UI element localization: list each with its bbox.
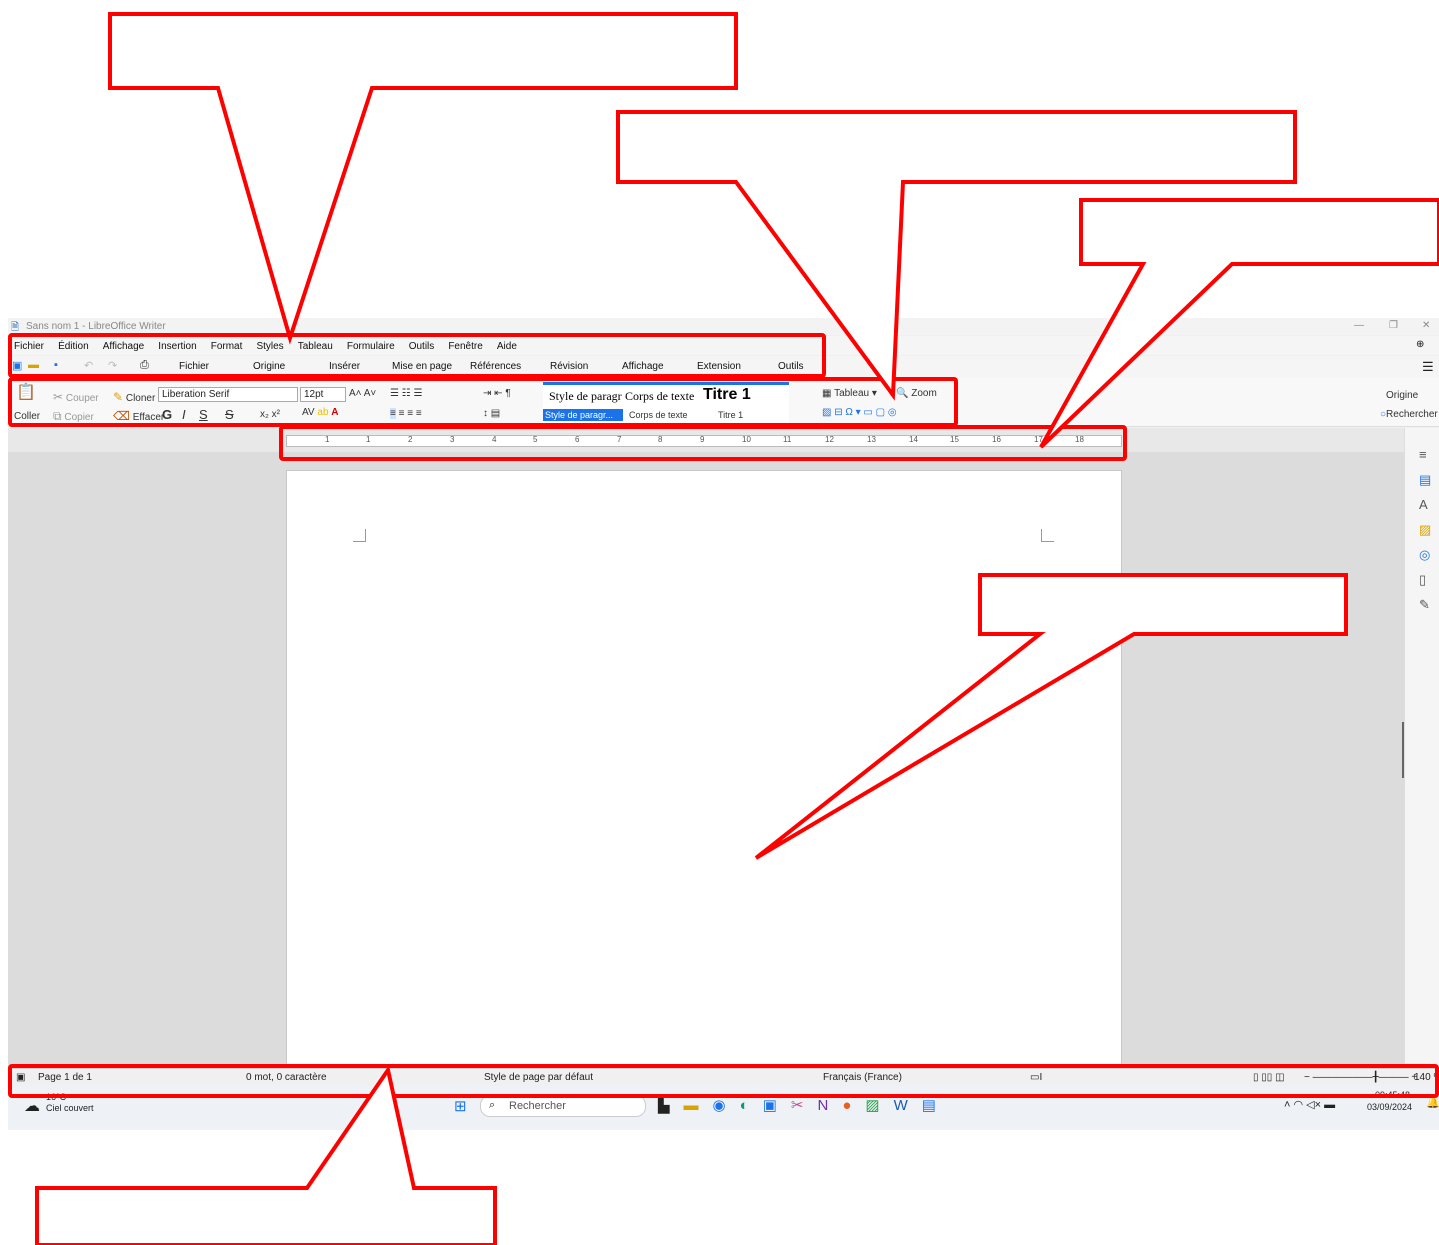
callout-pointers [35, 12, 1439, 1245]
callout-4-shape [754, 573, 1348, 860]
callout-5-shape [35, 1065, 497, 1245]
callout-3-shape [1039, 198, 1439, 449]
